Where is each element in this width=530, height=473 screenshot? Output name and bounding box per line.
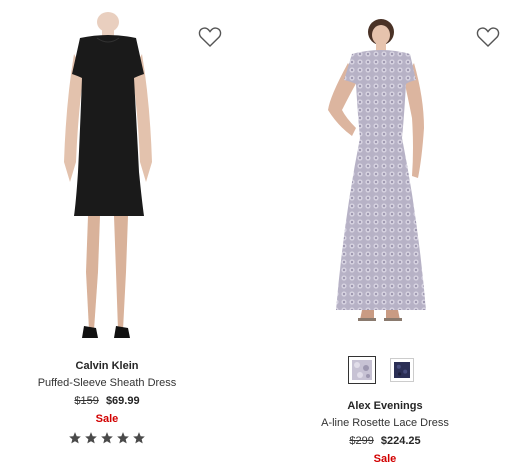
star-icon	[133, 432, 145, 444]
sale-label: Sale	[373, 453, 397, 465]
sale-price: $69.99	[105, 395, 140, 407]
swatch-lavender-lace[interactable]	[348, 356, 376, 384]
product-info: Alex Evenings A-line Rosette Lace Dress …	[270, 398, 500, 468]
wishlist-button[interactable]	[198, 26, 222, 48]
price-row: $159 $69.99	[0, 392, 214, 410]
product-image[interactable]	[40, 12, 180, 347]
lace-swatch-icon	[352, 360, 372, 380]
lace-swatch-icon	[394, 362, 410, 378]
swatch-navy-lace[interactable]	[390, 358, 414, 382]
star-icon	[85, 432, 97, 444]
product-brand[interactable]: Alex Evenings	[270, 398, 500, 414]
star-icon	[101, 432, 113, 444]
star-rating[interactable]	[0, 431, 214, 445]
original-price: $159	[74, 395, 99, 407]
product-image[interactable]	[308, 18, 448, 338]
color-swatches	[348, 356, 414, 384]
product-brand[interactable]: Calvin Klein	[0, 358, 214, 374]
sale-label: Sale	[95, 413, 119, 425]
star-icon	[69, 432, 81, 444]
product-card[interactable]: Alex Evenings A-line Rosette Lace Dress …	[270, 0, 530, 473]
product-name-link[interactable]: A-line Rosette Lace Dress	[270, 414, 500, 432]
wishlist-button[interactable]	[476, 26, 500, 48]
product-name-link[interactable]: Puffed-Sleeve Sheath Dress	[0, 374, 214, 392]
heart-outline-icon	[476, 27, 500, 47]
original-price: $299	[349, 435, 374, 447]
sale-price: $224.25	[380, 435, 421, 447]
star-icon	[117, 432, 129, 444]
product-info: Calvin Klein Puffed-Sleeve Sheath Dress …	[0, 358, 214, 445]
heart-outline-icon	[198, 27, 222, 47]
price-row: $299 $224.25	[270, 432, 500, 450]
product-card[interactable]: Calvin Klein Puffed-Sleeve Sheath Dress …	[0, 0, 260, 473]
